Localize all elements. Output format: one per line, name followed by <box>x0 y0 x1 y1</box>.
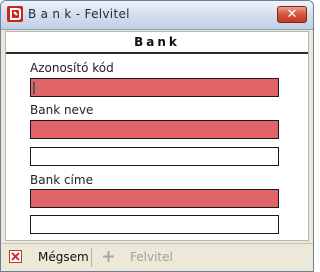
bottom-toolbar: Mégsem Felvitel <box>1 243 313 271</box>
id-code-label: Azonosító kód <box>30 61 114 75</box>
bank-address-extra-field[interactable] <box>30 215 279 234</box>
bank-address-label: Bank címe <box>30 173 93 187</box>
form-panel: Bank Azonosító kód Bank neve Bank címe <box>5 31 309 241</box>
cancel-button[interactable]: Mégsem <box>38 250 89 264</box>
bank-name-field[interactable] <box>30 120 279 139</box>
bank-address-field[interactable] <box>30 189 279 208</box>
app-logo-icon <box>10 8 21 20</box>
section-title: Bank <box>6 32 308 54</box>
close-icon: ✕ <box>286 7 298 22</box>
title-bar[interactable]: B a n k - Felvitel ✕ <box>1 1 313 30</box>
add-icon <box>103 251 114 262</box>
submit-button[interactable]: Felvitel <box>130 250 173 264</box>
toolbar-separator <box>91 248 92 267</box>
bank-name-extra-field[interactable] <box>30 147 279 166</box>
close-button[interactable]: ✕ <box>277 6 307 23</box>
cancel-icon[interactable] <box>9 250 22 263</box>
bank-name-label: Bank neve <box>30 103 94 117</box>
text-cursor <box>33 82 35 94</box>
id-code-field[interactable] <box>30 78 279 97</box>
dialog-window: B a n k - Felvitel ✕ Bank Azonosító kód … <box>0 0 314 272</box>
app-icon <box>7 6 23 22</box>
window-title: B a n k - Felvitel <box>28 7 130 21</box>
